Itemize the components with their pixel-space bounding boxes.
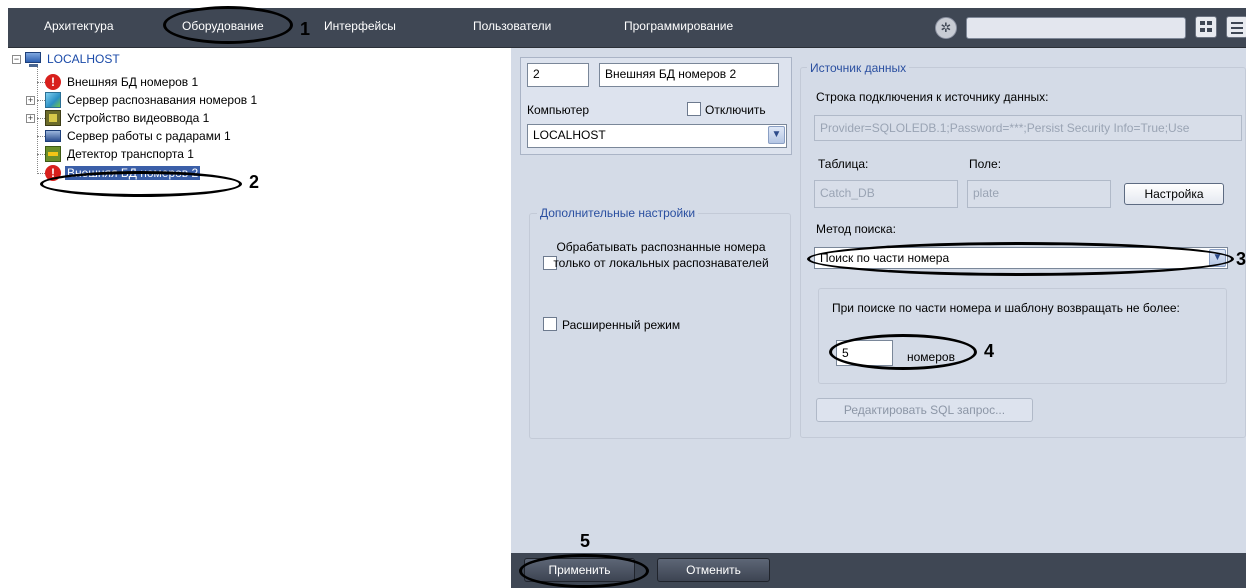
database-error-icon: ! [45,74,61,90]
local-only-label: Обрабатывать распознанные номера только … [553,240,769,270]
expand-icon[interactable]: + [26,96,35,105]
search-method-select[interactable]: Поиск по части номера ▼ [814,247,1228,269]
object-identity-panel: 2 Внешняя БД номеров 2 Компьютер Отключи… [520,57,792,155]
computer-label: Компьютер [527,103,590,117]
tree-item-label: Устройство видеоввода 1 [67,111,210,125]
tree-item[interactable]: Детектор транспорта 1 [45,145,196,163]
object-name-field[interactable]: Внешняя БД номеров 2 [599,63,779,87]
disable-label: Отключить [705,103,766,117]
vehicle-detector-icon [45,146,61,162]
callout-number: 1 [300,19,311,39]
tree-item-label: Внешняя БД номеров 2 [65,166,201,180]
computer-icon [25,52,41,67]
callout-number: 4 [984,341,995,361]
search-method-label: Метод поиска: [816,222,896,236]
nav-tab-programming[interactable]: Программирование [624,19,733,33]
top-navigation-bar: Архитектура Оборудование Интерфейсы Поль… [8,8,1246,48]
hardware-tree: − LOCALHOST ! Внешняя БД номеров 1 + Сер… [8,48,511,588]
collapse-icon[interactable]: − [12,55,21,64]
radar-server-icon [45,130,61,142]
table-field[interactable]: Catch_DB [814,180,958,208]
nav-tab-equipment[interactable]: Оборудование [182,19,264,33]
chevron-down-icon[interactable]: ▼ [768,126,785,144]
edit-sql-button[interactable]: Редактировать SQL запрос... [816,398,1033,422]
tree-item-label: Сервер работы с радарами 1 [67,129,231,143]
cancel-button[interactable]: Отменить [657,558,770,582]
extended-mode-label: Расширенный режим [562,318,681,332]
nav-tab-interfaces[interactable]: Интерфейсы [324,19,396,33]
menu-icon[interactable] [1226,16,1246,38]
tree-item-label: Детектор транспорта 1 [67,147,194,161]
nav-tab-users[interactable]: Пользователи [473,19,551,33]
nav-tab-architecture[interactable]: Архитектура [44,19,114,33]
computer-select[interactable]: LOCALHOST ▼ [527,124,787,148]
tree-item-selected[interactable]: ! Внешняя БД номеров 2 [45,164,201,182]
tree-root-localhost[interactable]: LOCALHOST [25,50,122,68]
settings-panel: 2 Внешняя БД номеров 2 Компьютер Отключи… [511,48,1246,562]
tree-item[interactable]: Сервер распознавания номеров 1 [45,91,259,109]
search-input[interactable] [966,17,1186,39]
database-error-icon: ! [45,165,61,181]
data-source-title: Источник данных [807,61,910,75]
tree-item-label: Внешняя БД номеров 1 [67,75,199,89]
connection-string-label: Строка подключения к источнику данных: [816,90,1049,104]
setup-button[interactable]: Настройка [1124,183,1224,205]
object-id-field[interactable]: 2 [527,63,589,87]
search-method-value: Поиск по части номера [820,251,950,265]
chevron-down-icon[interactable]: ▼ [1209,249,1226,267]
expand-icon[interactable]: + [26,114,35,123]
cropped-caption [0,0,1246,8]
additional-settings-title: Дополнительные настройки [537,206,699,220]
gear-icon[interactable]: ✲ [935,17,957,39]
apply-button[interactable]: Применить [524,558,635,582]
callout-number: 3 [1236,249,1246,269]
result-limit-text: При поиске по части номера и шаблону воз… [832,301,1180,315]
result-limit-unit: номеров [907,350,955,364]
layout-grid-icon[interactable] [1195,16,1217,38]
tree-item[interactable]: Устройство видеоввода 1 [45,109,211,127]
result-limit-field[interactable]: 5 [836,340,893,366]
table-label: Таблица: [818,157,869,171]
tree-item[interactable]: Сервер работы с радарами 1 [45,127,233,145]
field-field[interactable]: plate [967,180,1111,208]
tree-item-label: Сервер распознавания номеров 1 [67,93,258,107]
tree-item[interactable]: ! Внешняя БД номеров 1 [45,73,200,91]
bottom-button-bar: Применить Отменить [511,553,1246,588]
connection-string-field[interactable]: Provider=SQLOLEDB.1;Password=***;Persist… [814,115,1242,141]
computer-select-value: LOCALHOST [533,128,606,142]
video-capture-icon [45,110,61,126]
recognition-server-icon [45,92,61,108]
callout-number: 5 [580,531,591,551]
callout-number: 2 [249,172,260,192]
field-label: Поле: [969,157,1002,171]
extended-mode-checkbox[interactable] [543,317,557,331]
tree-item-label: LOCALHOST [47,52,120,66]
disable-checkbox[interactable] [687,102,701,116]
